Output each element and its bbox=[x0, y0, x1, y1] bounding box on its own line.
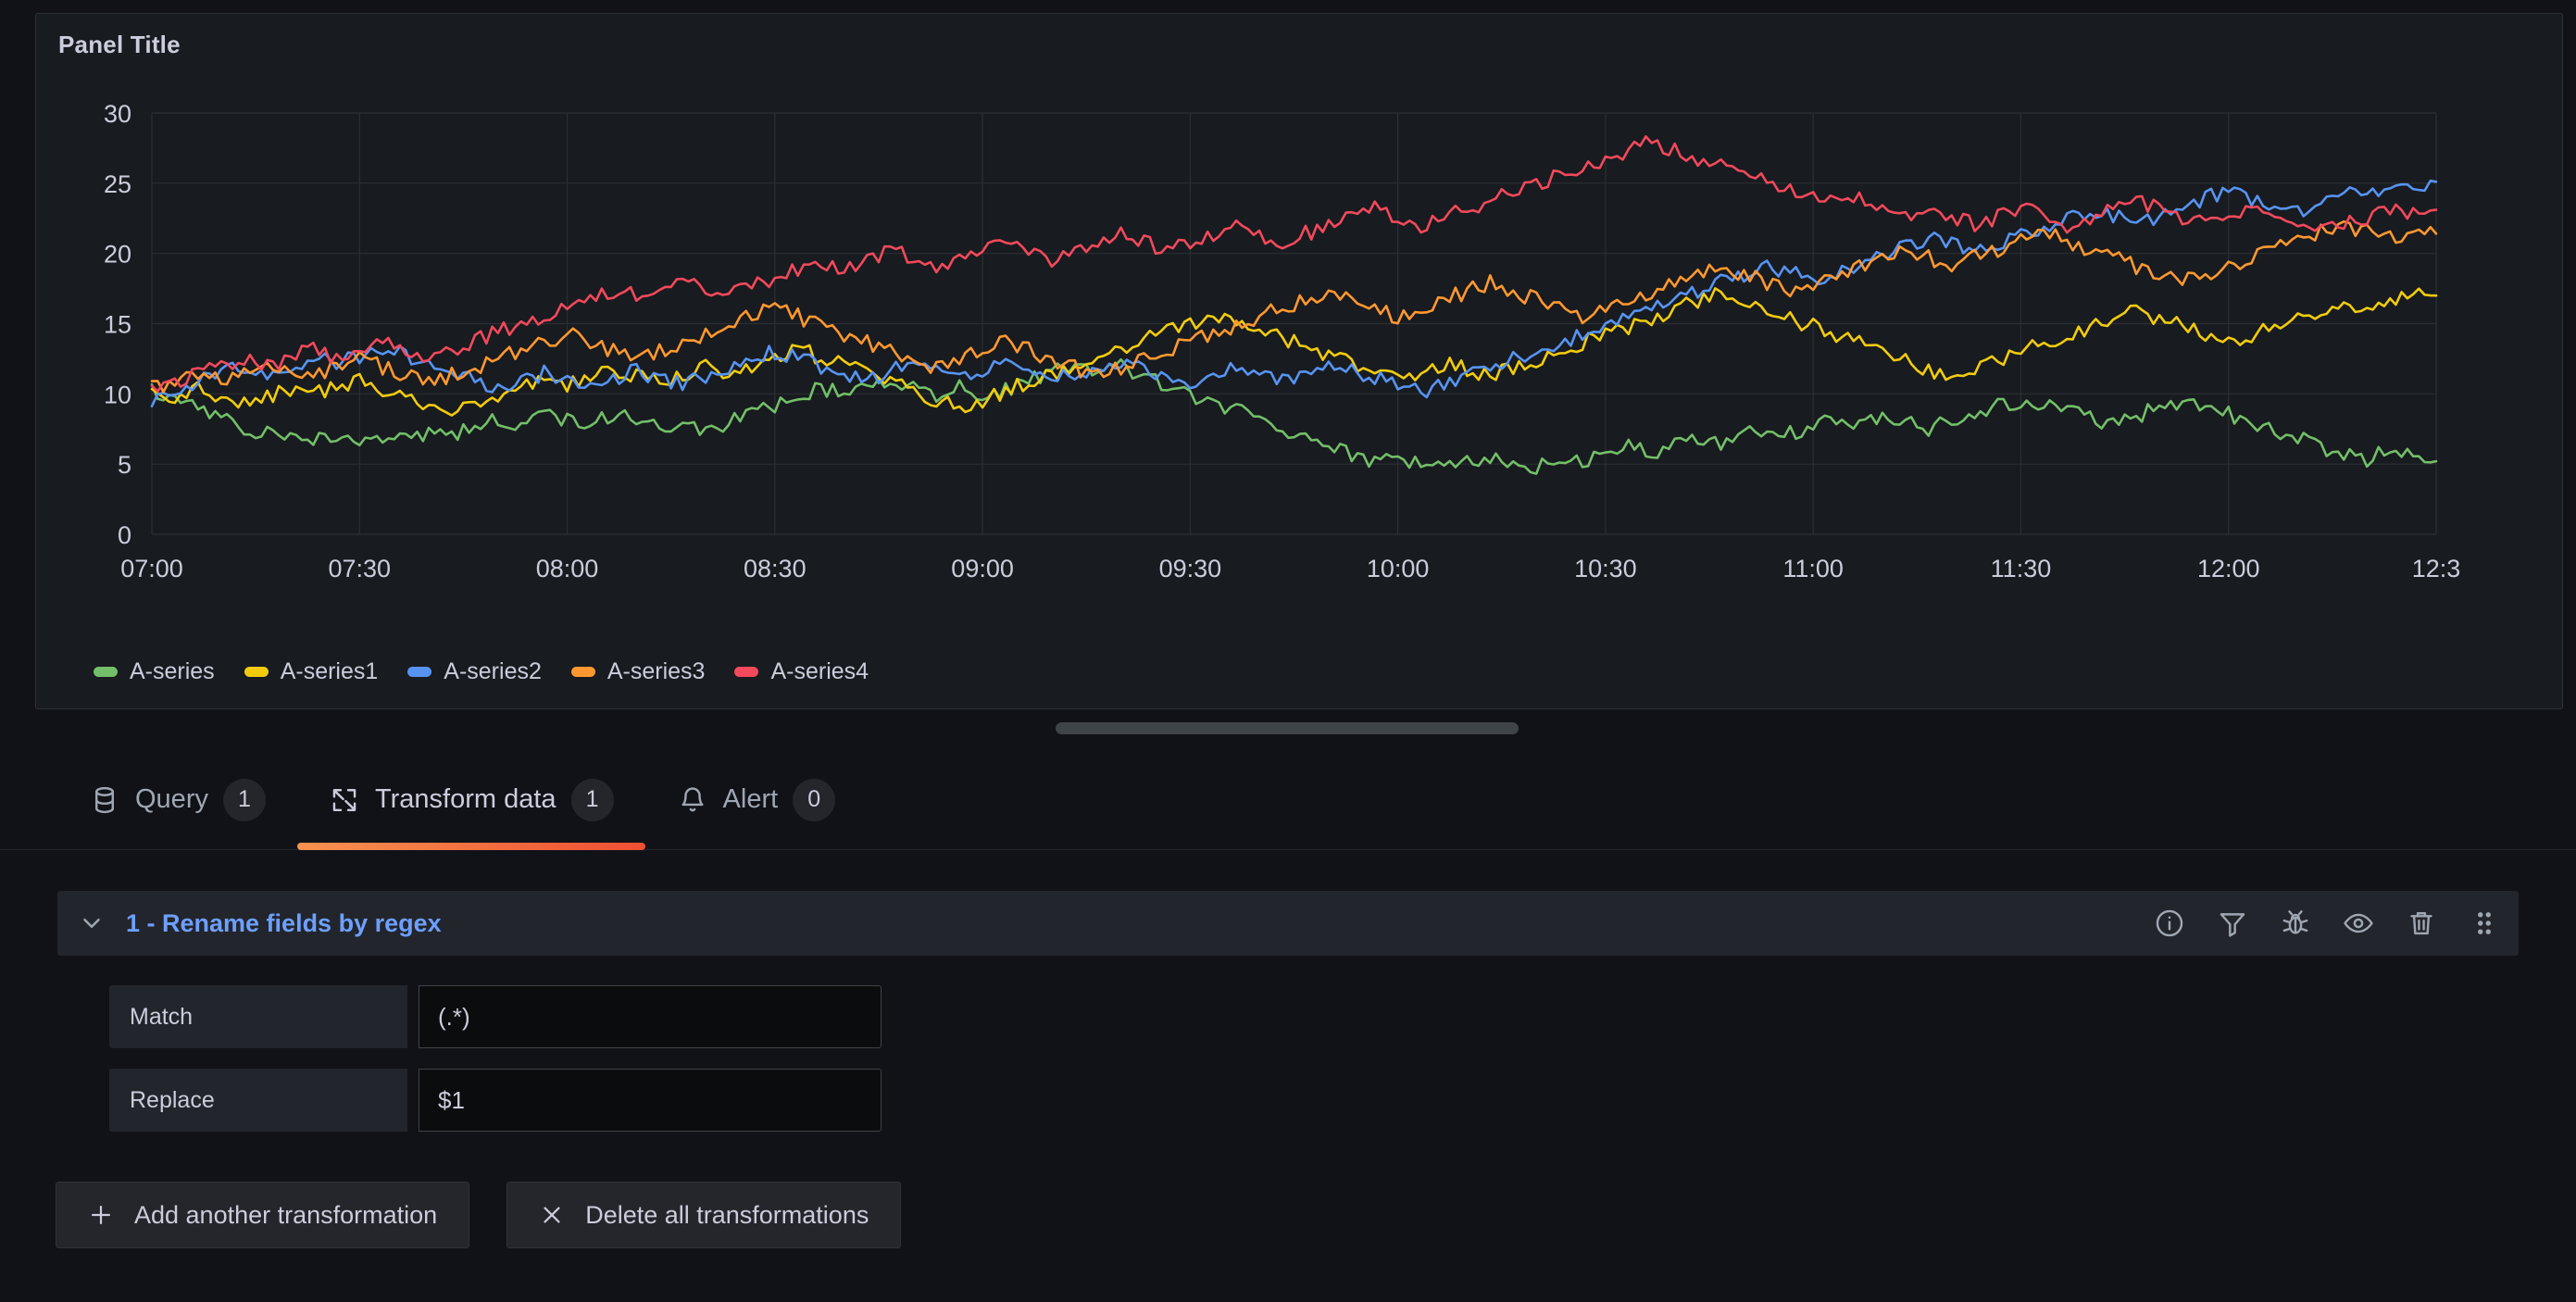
svg-text:09:30: 09:30 bbox=[1159, 555, 1222, 582]
debug-icon[interactable] bbox=[2280, 908, 2311, 939]
svg-text:20: 20 bbox=[104, 241, 131, 269]
replace-label: Replace bbox=[109, 1069, 407, 1132]
match-label: Match bbox=[109, 985, 407, 1048]
tab-badge: 0 bbox=[793, 778, 836, 821]
tab-label: Query bbox=[135, 784, 208, 814]
bell-icon bbox=[682, 786, 704, 811]
svg-text:07:00: 07:00 bbox=[120, 555, 183, 582]
legend-label: A-series3 bbox=[606, 658, 706, 684]
graph-panel: Panel Title 30 25 20 15 10 5 0 07:00 07:30 08:00 0… bbox=[35, 13, 2563, 709]
svg-text:12:3: 12:3 bbox=[2412, 555, 2461, 582]
transform-icon bbox=[332, 788, 356, 811]
tab-badge: 1 bbox=[222, 778, 266, 821]
legend-label: A-series4 bbox=[770, 658, 869, 684]
info-icon[interactable] bbox=[2154, 908, 2185, 939]
add-another-transformation-label: Add another transformation bbox=[134, 1200, 438, 1229]
transformation-title[interactable]: 1 - Rename fields by regex bbox=[126, 909, 442, 938]
plot-area[interactable]: 30 25 20 15 10 5 0 07:00 07:30 08:00 08:30 09:00 09:… bbox=[36, 81, 2564, 636]
tab-label: Alert bbox=[722, 784, 779, 814]
transformation-buttons: Add another transformation Delete all tr… bbox=[56, 1182, 902, 1248]
filter-icon[interactable] bbox=[2217, 908, 2248, 939]
legend: A-series A-series1 A-series2 A-series3 A-ser… bbox=[94, 658, 869, 685]
option-row-replace: Replace $1 bbox=[109, 1069, 882, 1132]
legend-item[interactable]: A-series bbox=[94, 658, 215, 685]
transformation-card: 1 - Rename fields by regex bbox=[57, 891, 2519, 956]
svg-text:07:30: 07:30 bbox=[328, 555, 391, 582]
tab-label: Transform data bbox=[374, 784, 556, 814]
replace-input[interactable]: $1 bbox=[419, 1069, 882, 1132]
svg-text:5: 5 bbox=[118, 451, 131, 479]
legend-item[interactable]: A-series3 bbox=[570, 658, 706, 685]
database-icon bbox=[95, 786, 114, 813]
transformation-card-header[interactable]: 1 - Rename fields by regex bbox=[57, 891, 2519, 956]
tab-query[interactable]: Query 1 bbox=[57, 750, 297, 849]
tab-badge: 1 bbox=[570, 778, 614, 821]
close-icon bbox=[544, 1207, 560, 1223]
legend-color-swatch bbox=[244, 667, 269, 677]
svg-text:15: 15 bbox=[104, 311, 131, 339]
panel-title: Panel Title bbox=[58, 31, 181, 58]
eye-icon[interactable] bbox=[2343, 908, 2374, 939]
chevron-down-icon[interactable] bbox=[78, 909, 106, 937]
svg-text:09:00: 09:00 bbox=[951, 555, 1014, 582]
svg-text:25: 25 bbox=[104, 170, 131, 198]
plus-icon bbox=[92, 1206, 110, 1224]
delete-all-transformations-button[interactable]: Delete all transformations bbox=[506, 1182, 902, 1248]
svg-text:0: 0 bbox=[118, 521, 131, 549]
legend-label: A-series2 bbox=[444, 658, 542, 684]
timeseries-plot[interactable]: 30 25 20 15 10 5 0 07:00 07:30 08:00 08:30 09:00 09:… bbox=[36, 81, 2564, 636]
svg-text:10: 10 bbox=[104, 381, 131, 408]
tab-transform-data[interactable]: Transform data 1 bbox=[296, 750, 645, 850]
transformation-actions bbox=[2154, 908, 2500, 939]
svg-text:30: 30 bbox=[104, 100, 131, 128]
legend-item[interactable]: A-series1 bbox=[244, 658, 379, 685]
svg-text:11:30: 11:30 bbox=[1991, 555, 2052, 582]
legend-item[interactable]: A-series2 bbox=[407, 658, 542, 685]
legend-label: A-series1 bbox=[280, 658, 379, 684]
add-another-transformation-button[interactable]: Add another transformation bbox=[56, 1182, 470, 1248]
drag-handle-icon[interactable] bbox=[2469, 908, 2500, 939]
match-input[interactable]: (.*) bbox=[419, 985, 882, 1048]
delete-all-transformations-label: Delete all transformations bbox=[585, 1200, 869, 1229]
legend-color-swatch bbox=[570, 667, 595, 677]
trash-icon[interactable] bbox=[2406, 908, 2437, 939]
svg-text:10:00: 10:00 bbox=[1367, 555, 1430, 582]
tab-alert[interactable]: Alert 0 bbox=[645, 750, 868, 849]
option-row-match: Match (.*) bbox=[109, 985, 882, 1048]
editor-tabs-bar: Query 1 Transform data 1 Alert 0 bbox=[0, 750, 2576, 850]
active-tab-underline bbox=[296, 843, 645, 850]
svg-text:08:30: 08:30 bbox=[744, 555, 807, 582]
legend-color-swatch bbox=[734, 667, 759, 677]
panel-scrollbar-thumb[interactable] bbox=[1056, 722, 1519, 734]
svg-text:08:00: 08:00 bbox=[536, 555, 599, 582]
svg-text:11:00: 11:00 bbox=[1782, 555, 1844, 582]
svg-text:12:00: 12:00 bbox=[2197, 555, 2260, 582]
legend-color-swatch bbox=[407, 667, 432, 677]
legend-label: A-series bbox=[130, 658, 215, 684]
svg-text:10:30: 10:30 bbox=[1574, 555, 1637, 582]
legend-item[interactable]: A-series4 bbox=[734, 658, 869, 685]
legend-color-swatch bbox=[94, 667, 118, 677]
